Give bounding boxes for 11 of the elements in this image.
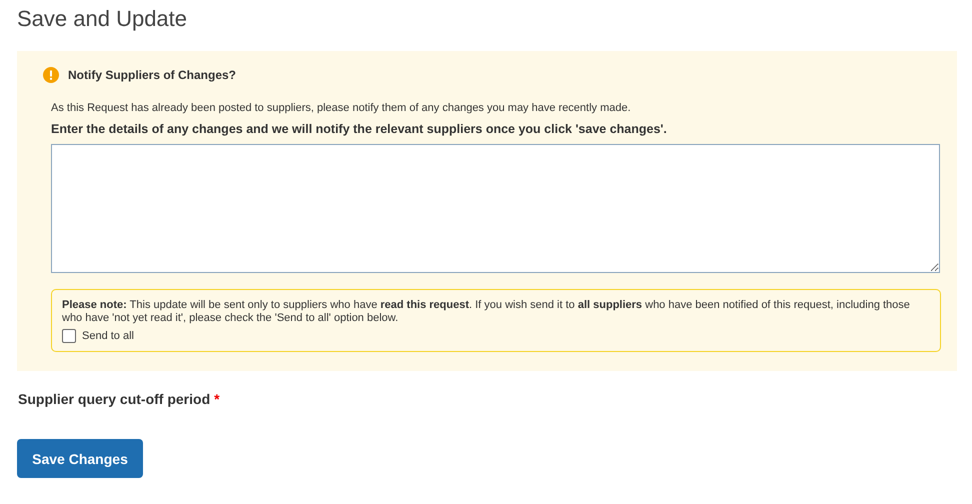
required-mark: * xyxy=(214,391,220,409)
page-title: Save and Update xyxy=(16,5,188,33)
intro-text: As this Request has already been posted to suppliers, please notify them of any changes you may have recently made. xyxy=(51,102,632,114)
warning-icon xyxy=(43,67,59,83)
panel-heading: Notify Suppliers of Changes? xyxy=(68,68,236,82)
field-label: Supplier query cut-off period xyxy=(18,391,210,409)
send-to-all-label[interactable]: Send to all xyxy=(82,330,134,342)
prompt-text: Enter the details of any changes and we will notify the relevant suppliers once you click 'save changes'. xyxy=(51,122,668,136)
save-button[interactable]: Save Changes xyxy=(17,439,143,478)
send-to-all-checkbox[interactable] xyxy=(62,329,76,343)
note-text: Please note: This update will be sent only to suppliers who have read this request. If you wish send it to all suppliers who have been notified of this request, including those who have 'not yet read it', please check the 'Send to all' option below. xyxy=(62,299,911,325)
